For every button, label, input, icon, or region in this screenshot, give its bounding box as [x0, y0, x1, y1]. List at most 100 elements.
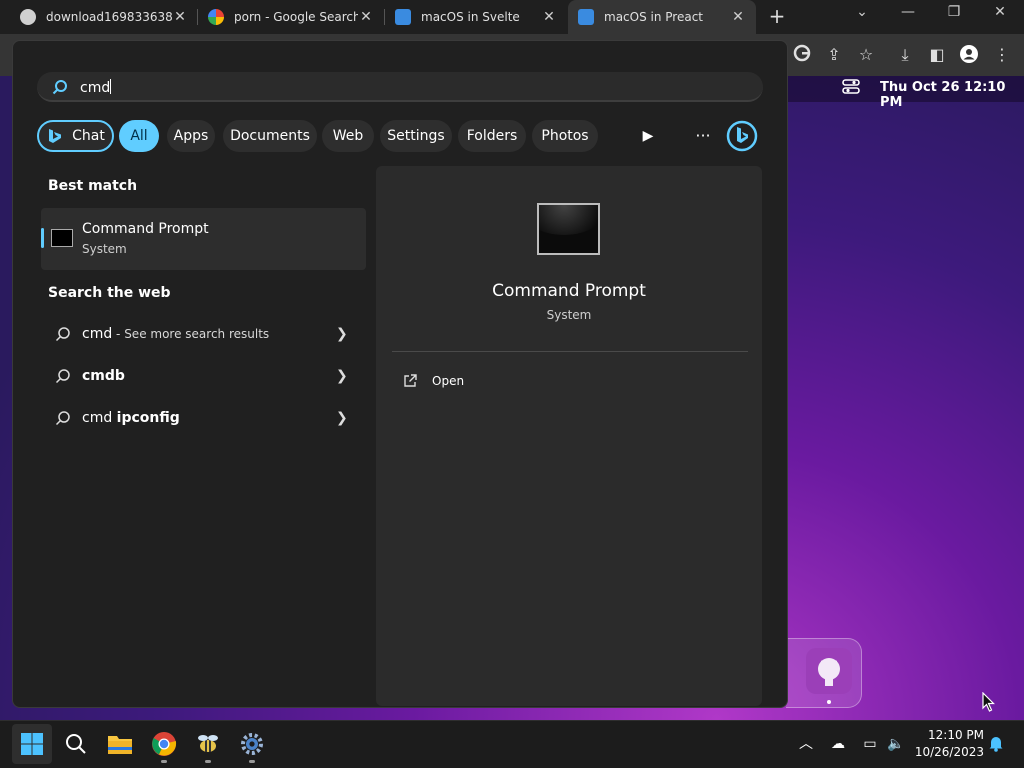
filter-label: Folders	[466, 128, 518, 144]
chevron-right-icon: ❯	[336, 368, 348, 384]
filter-label: Apps	[173, 128, 209, 144]
close-icon[interactable]: ✕	[358, 9, 374, 25]
search-input[interactable]	[37, 72, 763, 102]
search-query[interactable]: cmd	[80, 79, 112, 96]
running-indicator	[205, 760, 211, 763]
search-icon	[55, 410, 71, 426]
bee-app-button[interactable]	[188, 724, 228, 764]
chevron-up-icon[interactable]: ︿	[796, 734, 816, 754]
web-result-prefix: cmd	[82, 410, 117, 426]
settings-button[interactable]	[232, 724, 272, 764]
tab-search-icon[interactable]: ⌄	[842, 4, 882, 28]
control-center-icon[interactable]	[842, 79, 862, 97]
search-icon	[55, 326, 71, 342]
open-external-icon[interactable]	[402, 373, 418, 389]
taskbar-time[interactable]: 12:10 PM	[914, 728, 984, 742]
browser-tab-download[interactable]: download169833638… ✕	[10, 0, 198, 34]
volume-muted-icon[interactable]: 🔈	[886, 734, 906, 754]
download-icon[interactable]: ⤓	[894, 44, 916, 66]
search-icon	[55, 368, 71, 384]
file-explorer-button[interactable]	[100, 724, 140, 764]
bee-app-icon	[198, 735, 218, 752]
share-icon[interactable]: ⇪	[823, 44, 845, 66]
restore-icon[interactable]: ❐	[934, 4, 974, 28]
close-icon[interactable]: ✕	[172, 9, 188, 25]
start-icon	[21, 733, 43, 755]
tab-title: macOS in Svelte	[421, 10, 520, 24]
chrome-icon	[152, 732, 177, 756]
close-icon[interactable]: ✕	[730, 9, 746, 25]
sidepanel-icon[interactable]: ◧	[926, 44, 948, 66]
best-match-subtitle: System	[82, 242, 127, 256]
profile-icon[interactable]	[958, 44, 980, 66]
menu-icon[interactable]: ⋮	[991, 44, 1013, 66]
close-icon[interactable]: ✕	[541, 9, 557, 25]
filter-label: Documents	[230, 128, 310, 144]
command-prompt-icon	[51, 229, 73, 247]
filter-folders[interactable]: Folders	[458, 120, 526, 152]
web-result-term: cmd	[82, 326, 113, 342]
globe-icon	[20, 9, 36, 25]
detail-app-subtitle: System	[546, 308, 592, 322]
mouse-cursor	[982, 691, 996, 712]
google-icon[interactable]	[791, 44, 813, 66]
onedrive-icon[interactable]: ☁	[828, 734, 848, 754]
search-web-heading: Search the web	[48, 285, 171, 301]
new-tab-button[interactable]: +	[766, 4, 788, 30]
github-app-icon[interactable]	[806, 648, 852, 694]
web-result-text: cmd - See more search results	[82, 326, 269, 342]
best-match-heading: Best match	[48, 178, 138, 194]
browser-tab-svelte[interactable]: macOS in Svelte ✕	[385, 0, 567, 34]
filter-apps[interactable]: Apps	[167, 120, 215, 152]
dock-running-indicator	[827, 700, 831, 704]
filter-web[interactable]: Web	[322, 120, 374, 152]
filter-settings[interactable]: Settings	[380, 120, 452, 152]
bing-icon[interactable]	[726, 120, 758, 152]
google-icon	[208, 9, 224, 25]
running-indicator	[249, 760, 255, 763]
filter-documents[interactable]: Documents	[223, 120, 317, 152]
filter-all[interactable]: All	[119, 120, 159, 152]
search-query-text: cmd	[80, 80, 111, 96]
window-close-icon[interactable]: ✕	[980, 4, 1020, 28]
tab-title: porn - Google Search	[234, 10, 358, 24]
finder-icon	[578, 9, 594, 25]
play-icon[interactable]: ▶	[636, 124, 660, 148]
tab-title: macOS in Preact	[604, 10, 704, 24]
browser-tab-google[interactable]: porn - Google Search ✕	[198, 0, 384, 34]
browser-tab-preact[interactable]: macOS in Preact ✕	[568, 0, 756, 34]
file-explorer-icon	[108, 736, 132, 754]
command-prompt-large-icon	[537, 203, 600, 255]
star-icon[interactable]: ☆	[855, 44, 877, 66]
start-button[interactable]	[12, 724, 52, 764]
notification-bell-icon[interactable]	[986, 734, 1006, 754]
filter-label: Photos	[541, 128, 589, 144]
web-result-term: cmdb	[82, 368, 125, 384]
filter-chat[interactable]: Chat	[37, 120, 114, 152]
filter-photos[interactable]: Photos	[532, 120, 598, 152]
minimize-icon[interactable]: —	[888, 4, 928, 28]
settings-icon	[241, 733, 263, 755]
chevron-right-icon: ❯	[336, 410, 348, 426]
divider	[392, 351, 748, 352]
best-match-result[interactable]	[41, 208, 366, 270]
more-options-icon[interactable]: ···	[690, 124, 716, 148]
chevron-right-icon: ❯	[336, 326, 348, 342]
search-icon	[66, 734, 86, 754]
bing-chat-icon	[49, 129, 62, 143]
text-caret	[110, 79, 112, 94]
chrome-button[interactable]	[144, 724, 184, 764]
network-icon[interactable]: ▭	[860, 734, 880, 754]
taskbar-search-button[interactable]	[56, 724, 96, 764]
running-indicator	[161, 760, 167, 763]
menubar-datetime: Thu Oct 26 12:10 PM	[880, 80, 1006, 110]
selection-indicator	[41, 228, 44, 248]
filter-label: Chat	[72, 128, 105, 144]
filter-label: All	[130, 128, 148, 144]
web-result-term: ipconfig	[116, 410, 180, 426]
search-icon	[52, 79, 68, 95]
taskbar-date[interactable]: 10/26/2023	[914, 745, 984, 759]
open-action[interactable]: Open	[432, 374, 464, 388]
finder-icon	[395, 9, 411, 25]
web-result-suffix: - See more search results	[112, 327, 270, 341]
